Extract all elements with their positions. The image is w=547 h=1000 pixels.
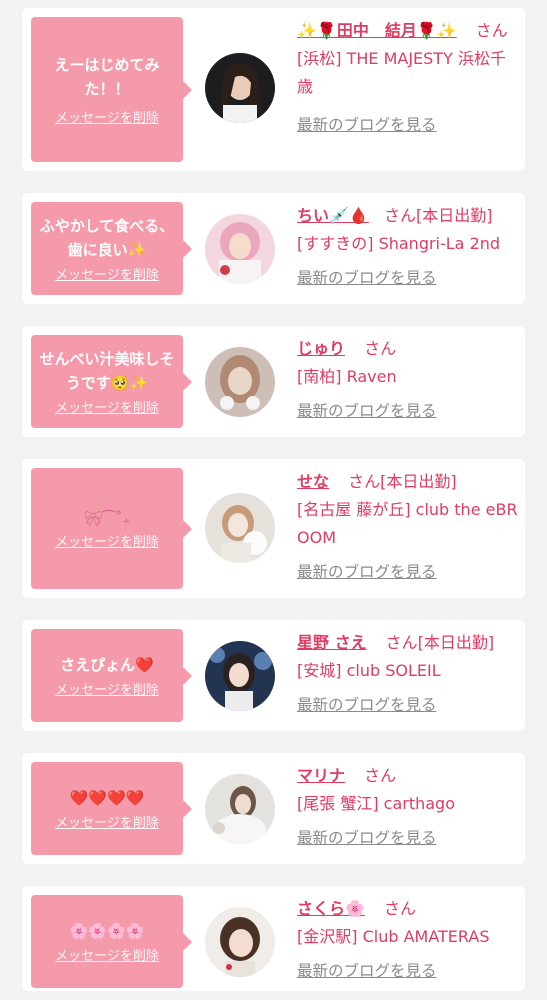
avatar[interactable]: [205, 214, 275, 284]
delete-message-link[interactable]: メッセージを削除: [55, 397, 159, 416]
cast-name-link[interactable]: さくら🌸: [297, 899, 365, 918]
shop-name: [名古屋 藤が丘] club the eBROOM: [297, 500, 518, 547]
list-item: ふやかして食べる、歯に良い✨ メッセージを削除 ちい💉🩸 さん[本日出勤] [す…: [22, 193, 525, 304]
blog-link[interactable]: 最新のブログを見る: [297, 824, 437, 852]
shop-name: [安城] club SOLEIL: [297, 661, 441, 680]
avatar-image: [205, 347, 275, 417]
card-info: マリナ さん [尾張 蟹江] carthago 最新のブログを見る: [297, 762, 519, 852]
avatar-image: [205, 774, 275, 844]
shop-name: [すすきの] Shangri-La 2nd: [297, 234, 501, 253]
blog-link[interactable]: 最新のブログを見る: [297, 111, 437, 139]
shop-name: [浜松] THE MAJESTY 浜松千歳: [297, 49, 506, 96]
avatar-image: [205, 493, 275, 563]
list-item: 🎀︎⁀˚₊ メッセージを削除 せな さん[本日出勤] [名古屋 藤が丘] clu…: [22, 459, 525, 598]
message-text: ❤️❤️❤️❤️: [69, 789, 145, 807]
card-info: 星野 さえ さん[本日出勤] [安城] club SOLEIL 最新のブログを見…: [297, 629, 519, 719]
message-bubble: さえぴょん❤️ メッセージを削除: [31, 629, 192, 722]
delete-message-link[interactable]: メッセージを削除: [55, 531, 159, 550]
cast-name-link[interactable]: せな: [297, 472, 329, 491]
message-text: ふやかして食べる、歯に良い✨: [39, 217, 175, 259]
delete-message-link[interactable]: メッセージを削除: [55, 812, 159, 831]
honorific: さん: [384, 899, 417, 918]
card-info: ちい💉🩸 さん[本日出勤] [すすきの] Shangri-La 2nd 最新のブ…: [297, 202, 519, 292]
attendance-status: [本日出勤]: [380, 472, 457, 491]
cast-name-link[interactable]: ✨🌹田中 結月🌹✨: [297, 21, 457, 40]
delete-message-link[interactable]: メッセージを削除: [55, 945, 159, 964]
delete-message-link[interactable]: メッセージを削除: [55, 264, 159, 283]
shop-name: [金沢駅] Club AMATERAS: [297, 927, 490, 946]
list-item: せんべい汁美味しそうです🥺✨ メッセージを削除 じゅり さん [南柏] Rave…: [22, 326, 525, 437]
avatar[interactable]: [205, 907, 275, 977]
card-info: さくら🌸 さん [金沢駅] Club AMATERAS 最新のブログを見る: [297, 895, 519, 985]
avatar-image: [205, 907, 275, 977]
honorific: さん: [364, 766, 397, 785]
message-text: さえぴょん❤️: [60, 656, 154, 674]
cast-name-link[interactable]: マリナ: [297, 766, 345, 785]
list-item: ❤️❤️❤️❤️ メッセージを削除 マリナ さん [尾張 蟹江] carthag…: [22, 753, 525, 864]
card-info: せな さん[本日出勤] [名古屋 藤が丘] club the eBROOM 最新…: [297, 468, 519, 586]
avatar[interactable]: [205, 53, 275, 123]
blog-link[interactable]: 最新のブログを見る: [297, 558, 437, 586]
card-info: ✨🌹田中 結月🌹✨ さん [浜松] THE MAJESTY 浜松千歳 最新のブロ…: [297, 17, 519, 139]
attendance-status: [本日出勤]: [417, 633, 495, 652]
avatar[interactable]: [205, 774, 275, 844]
list-item: えーはじめてみた！！ メッセージを削除 ✨🌹田中 結月🌹✨ さん [浜松] TH…: [22, 8, 525, 171]
avatar[interactable]: [205, 493, 275, 563]
message-text: 🎀︎⁀˚₊: [83, 510, 131, 528]
cast-name-link[interactable]: ちい💉🩸: [297, 206, 369, 225]
message-bubble: 🎀︎⁀˚₊ メッセージを削除: [31, 468, 192, 589]
card-info: じゅり さん [南柏] Raven 最新のブログを見る: [297, 335, 519, 425]
honorific: さん: [385, 633, 418, 652]
blog-link[interactable]: 最新のブログを見る: [297, 264, 437, 292]
blog-link[interactable]: 最新のブログを見る: [297, 957, 437, 985]
attendance-status: [本日出勤]: [415, 206, 493, 225]
blog-link[interactable]: 最新のブログを見る: [297, 397, 437, 425]
avatar-image: [205, 214, 275, 284]
honorific: さん: [383, 206, 416, 225]
message-text: 🌸🌸🌸🌸: [69, 922, 145, 940]
cast-name-link[interactable]: じゅり: [297, 339, 345, 358]
avatar-image: [205, 53, 275, 123]
honorific: さん: [475, 21, 508, 40]
avatar[interactable]: [205, 347, 275, 417]
delete-message-link[interactable]: メッセージを削除: [55, 679, 159, 698]
blog-link[interactable]: 最新のブログを見る: [297, 691, 437, 719]
message-bubble: えーはじめてみた！！ メッセージを削除: [31, 17, 192, 162]
message-list: えーはじめてみた！！ メッセージを削除 ✨🌹田中 結月🌹✨ さん [浜松] TH…: [0, 0, 547, 1000]
avatar[interactable]: [205, 641, 275, 711]
honorific: さん: [348, 472, 381, 491]
delete-message-link[interactable]: メッセージを削除: [55, 107, 159, 126]
cast-name-link[interactable]: 星野 さえ: [297, 633, 367, 652]
message-bubble: ふやかして食べる、歯に良い✨ メッセージを削除: [31, 202, 192, 295]
message-text: えーはじめてみた！！: [54, 56, 160, 98]
shop-name: [尾張 蟹江] carthago: [297, 794, 456, 813]
message-bubble: 🌸🌸🌸🌸 メッセージを削除: [31, 895, 192, 988]
message-text: せんべい汁美味しそうです🥺✨: [39, 350, 175, 392]
avatar-image: [205, 641, 275, 711]
list-item: さえぴょん❤️ メッセージを削除 星野 さえ さん[本日出勤] [安城] clu…: [22, 620, 525, 731]
message-bubble: ❤️❤️❤️❤️ メッセージを削除: [31, 762, 192, 855]
shop-name: [南柏] Raven: [297, 367, 397, 386]
honorific: さん: [364, 339, 397, 358]
message-bubble: せんべい汁美味しそうです🥺✨ メッセージを削除: [31, 335, 192, 428]
list-item: 🌸🌸🌸🌸 メッセージを削除 さくら🌸 さん [金沢駅] Club AMATERA…: [22, 886, 525, 991]
